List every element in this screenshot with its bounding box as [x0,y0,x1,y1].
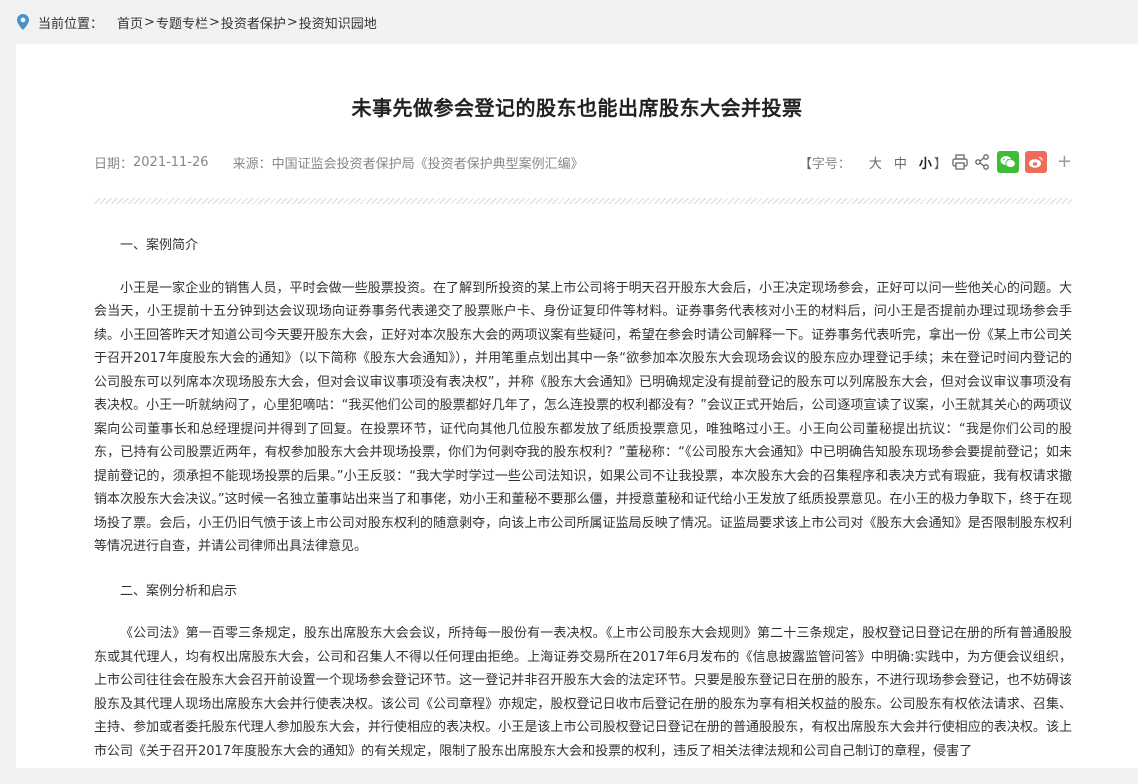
article-divider [94,198,1072,204]
breadcrumb-home[interactable]: 首页 [117,13,143,32]
wechat-share-icon[interactable] [996,151,1019,173]
more-share-button[interactable]: + [1057,153,1072,171]
font-size-large-button[interactable]: 大 [869,153,882,172]
article-source: 中国证监会投资者保护局《投资者保护典型案例汇编》 [271,156,584,172]
font-size-small-button[interactable]: 小 [919,153,932,172]
font-size-label: 字号： [811,156,851,172]
article-tools: 【 字号： 大 中 小 】 + [799,151,1072,173]
weibo-share-icon[interactable] [1024,151,1047,173]
share-icon[interactable] [973,153,991,171]
article-date: 2021-11-26 [133,154,209,170]
article-body: 一、案例简介 小王是一家企业的销售人员，平时会做一些股票投资。在了解到所投资的某… [94,228,1072,784]
breadcrumb: 当前位置： 首页 > 专题专栏 > 投资者保护 > 投资知识园地 [0,0,1138,44]
section-heading-analysis: 二、案例分析和启示 [120,583,238,599]
font-size-medium-button[interactable]: 中 [894,153,907,172]
breadcrumb-trail: 首页 > 专题专栏 > 投资者保护 > 投资知识园地 [117,13,377,32]
paragraph-case-intro: 小王是一家企业的销售人员，平时会做一些股票投资。在了解到所投资的某上市公司将于明… [94,280,1072,555]
source-label: 来源： [232,156,272,172]
section-heading-case-intro: 一、案例简介 [120,238,199,253]
breadcrumb-investor-protection[interactable]: 投资者保护 [221,13,286,32]
breadcrumb-investment-knowledge[interactable]: 投资知识园地 [299,13,377,32]
date-label: 日期： [94,156,134,172]
paragraph-analysis: 《公司法》第一百零三条规定，股东出席股东大会会议，所持每一股份有一表决权。《上市… [94,626,1072,759]
breadcrumb-separator: > [286,14,298,30]
breadcrumb-separator: > [208,14,220,30]
breadcrumb-separator: > [144,14,155,30]
print-icon[interactable] [951,153,969,171]
font-size-bracket-open: 【 [798,156,812,172]
article-panel: 未事先做参会登记的股东也能出席股东大会并投票 日期： 2021-11-26 来源… [16,44,1138,768]
breadcrumb-special-topics[interactable]: 专题专栏 [156,13,208,32]
location-pin-icon [17,14,29,30]
article-title: 未事先做参会登记的股东也能出席股东大会并投票 [351,96,803,120]
article-meta: 日期： 2021-11-26 来源： 中国证监会投资者保护局《投资者保护典型案例… [94,150,1072,174]
font-size-bracket-close: 】 [933,156,947,172]
location-label: 当前位置： [38,16,104,32]
